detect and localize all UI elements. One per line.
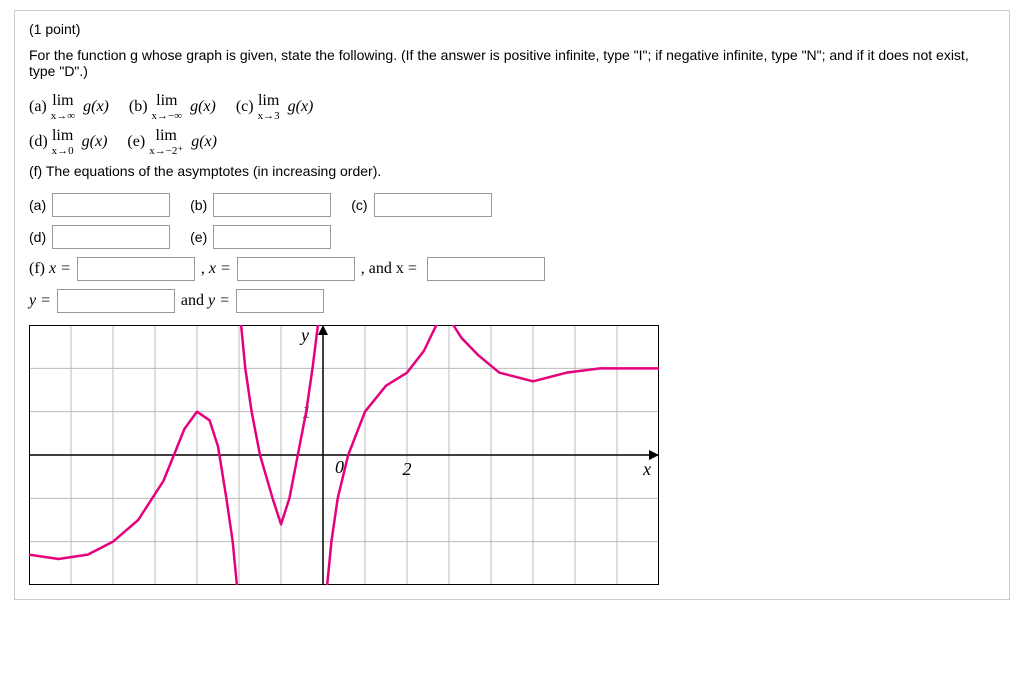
input-e[interactable] — [213, 225, 331, 249]
input-f-x1[interactable] — [77, 257, 195, 281]
svg-text:x: x — [642, 459, 651, 479]
limit-row-2: (d) limx→0 g(x)(e) limx→−2⁺ g(x) — [29, 128, 995, 157]
input-f-x3[interactable] — [427, 257, 545, 281]
instructions-text: For the function g whose graph is given,… — [29, 47, 995, 79]
input-d[interactable] — [52, 225, 170, 249]
label-d: (d) — [29, 229, 46, 245]
answer-row-4: y = and y = — [29, 289, 995, 313]
input-b[interactable] — [213, 193, 331, 217]
answer-row-1: (a) (b) (c) — [29, 193, 995, 217]
svg-text:2: 2 — [403, 459, 412, 479]
input-f-y1[interactable] — [57, 289, 175, 313]
label-f-x3: , and x = — [361, 260, 417, 278]
input-f-x2[interactable] — [237, 257, 355, 281]
label-c: (c) — [351, 197, 367, 213]
input-f-y2[interactable] — [236, 289, 324, 313]
problem-container: (1 point) For the function g whose graph… — [14, 10, 1010, 600]
label-f-x1: (f) x = — [29, 260, 71, 278]
points-label: (1 point) — [29, 21, 995, 37]
graph-svg: 021yx — [29, 325, 659, 585]
question-f: (f) The equations of the asymptotes (in … — [29, 163, 995, 179]
label-a: (a) — [29, 197, 46, 213]
graph-area: 021yx — [29, 325, 995, 585]
input-a[interactable] — [52, 193, 170, 217]
label-e: (e) — [190, 229, 207, 245]
svg-text:y: y — [299, 325, 309, 345]
label-b: (b) — [190, 197, 207, 213]
label-f-y2: and y = — [181, 292, 230, 310]
answer-row-3: (f) x = , x = , and x = — [29, 257, 995, 281]
label-f-x2: , x = — [201, 260, 231, 278]
limit-row-1: (a) limx→∞ g(x)(b) limx→−∞ g(x)(c) limx→… — [29, 93, 995, 122]
label-f-y1: y = — [29, 292, 51, 310]
input-c[interactable] — [374, 193, 492, 217]
answer-row-2: (d) (e) — [29, 225, 995, 249]
